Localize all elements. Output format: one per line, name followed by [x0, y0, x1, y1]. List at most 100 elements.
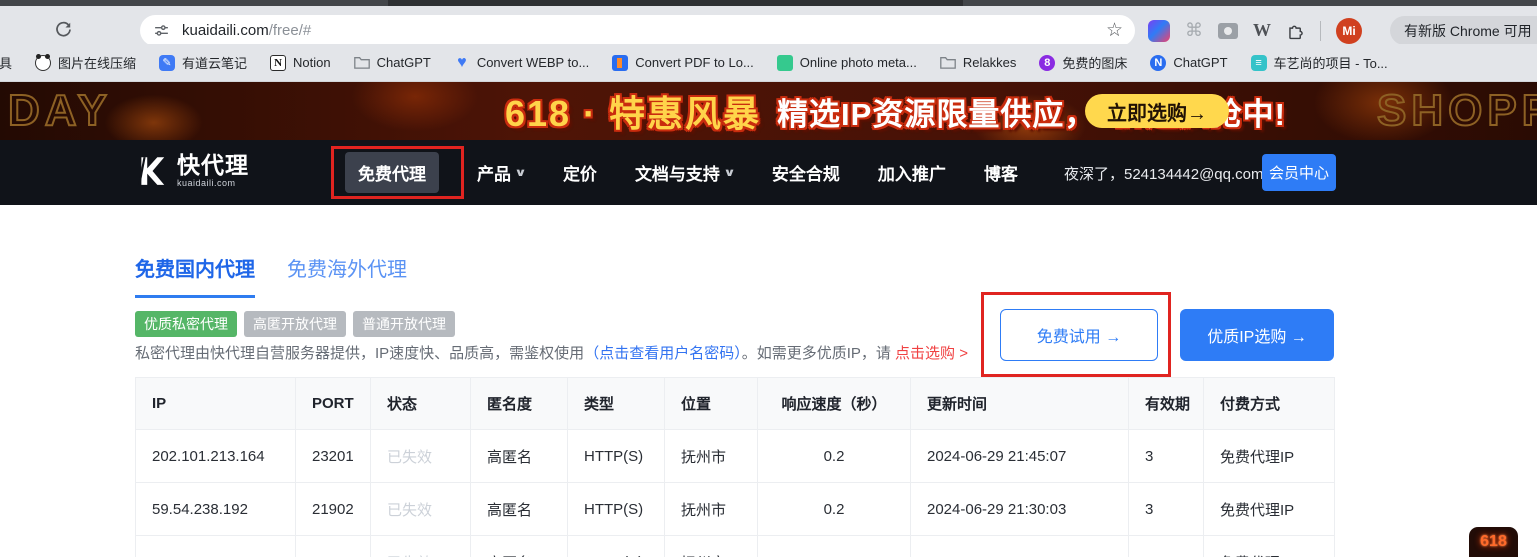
bookmark-image-compress[interactable]: 图片在线压缩 [35, 53, 136, 72]
cell-validity: 3 [1129, 430, 1204, 483]
nav-item-products[interactable]: 产品∨ [477, 160, 525, 185]
cell-port: 21316 [296, 536, 371, 557]
cell-type: HTTP(S) [568, 536, 665, 557]
profile-avatar[interactable]: Mi [1336, 18, 1362, 44]
extensions-puzzle-icon[interactable] [1286, 21, 1305, 40]
col-payment: 付费方式 [1204, 378, 1335, 430]
bookmark-chatgpt[interactable]: NChatGPT [1150, 55, 1227, 71]
cell-validity: 3 [1129, 483, 1204, 536]
banner-shop-now-button[interactable]: 立即选购→ [1085, 94, 1229, 128]
blue-heart-icon: ♥ [454, 55, 470, 71]
nav-item-docs-support[interactable]: 文档与支持∨ [635, 160, 734, 185]
col-response-time: 响应速度（秒） [758, 378, 911, 430]
cell-status: 已失效 [371, 483, 471, 536]
bookmarks-bar: 工具 图片在线压缩 ✎有道云笔记 NNotion ChatGPT ♥Conver… [0, 44, 1537, 82]
pdf-converter-icon [612, 55, 628, 71]
bookmark-image-host[interactable]: 8免费的图床 [1039, 53, 1127, 72]
col-location: 位置 [665, 378, 758, 430]
cell-type: HTTP(S) [568, 483, 665, 536]
bookmark-convert-webp[interactable]: ♥Convert WEBP to... [454, 55, 589, 71]
cell-status: 已失效 [371, 536, 471, 557]
table-row: 59.54.238.192 21902 已失效 高匿名 HTTP(S) 抚州市 … [136, 483, 1335, 536]
project-icon: ≡ [1251, 55, 1267, 71]
col-type: 类型 [568, 378, 665, 430]
cell-payment: 免费代理IP [1204, 430, 1335, 483]
member-center-button[interactable]: 会员中心 [1262, 154, 1336, 191]
brand-domain: kuaidaili.com [177, 179, 249, 188]
click-to-buy-link[interactable]: 点击选购 > [895, 345, 968, 362]
cell-location: 抚州市 [665, 483, 758, 536]
folder-icon [354, 55, 370, 71]
cell-payment: 免费代理IP [1204, 536, 1335, 557]
proxy-type-tags: 优质私密代理 高匿开放代理 普通开放代理 [135, 311, 455, 337]
chrome-update-chip[interactable]: 有新版 Chrome 可用 ⋮ [1390, 16, 1537, 45]
photo-meta-icon [777, 55, 793, 71]
bookmark-photo-meta[interactable]: Online photo meta... [777, 55, 917, 71]
bookmark-convert-pdf[interactable]: Convert PDF to Lo... [612, 55, 754, 71]
reload-icon[interactable] [50, 16, 76, 42]
cell-ip: 115.223.114.86 [136, 536, 296, 557]
table-row: 115.223.114.86 21316 已失效 高匿名 HTTP(S) 抚州市… [136, 536, 1335, 557]
proxy-tabs: 免费国内代理 免费海外代理 [135, 253, 407, 298]
cell-port: 21902 [296, 483, 371, 536]
bookmark-youdao-note[interactable]: ✎有道云笔记 [159, 53, 247, 72]
site-logo[interactable]: 快代理 kuaidaili.com [135, 154, 249, 188]
cell-location: 抚州市 [665, 536, 758, 557]
bookmark-star-icon[interactable]: ☆ [1106, 19, 1123, 42]
tab-domestic-free-proxy[interactable]: 免费国内代理 [135, 253, 255, 298]
bookmark-folder-relakkes[interactable]: Relakkes [940, 55, 1016, 71]
cell-update-time: 2024-06-29 21:30:03 [911, 483, 1129, 536]
table-row: 202.101.213.164 23201 已失效 高匿名 HTTP(S) 抚州… [136, 430, 1335, 483]
nav-item-free-proxy[interactable]: 免费代理 [345, 152, 439, 193]
url-path: /free/# [269, 22, 312, 39]
cell-type: HTTP(S) [568, 430, 665, 483]
url-bar[interactable]: kuaidaili.com/free/# ☆ [140, 15, 1135, 46]
bookmark-cheyishang[interactable]: ≡车艺尚的项目 - To... [1251, 53, 1388, 72]
banner-day-decoration: DAY [8, 86, 112, 136]
bookmark-notion[interactable]: NNotion [270, 55, 331, 71]
site-settings-icon[interactable] [150, 20, 172, 42]
premium-ip-buy-button[interactable]: 优质IP选购 → [1180, 309, 1334, 361]
chatgpt-icon: N [1150, 55, 1166, 71]
nav-item-pricing[interactable]: 定价 [563, 160, 597, 185]
table-header-row: IP PORT 状态 匿名度 类型 位置 响应速度（秒） 更新时间 有效期 付费… [136, 378, 1335, 430]
cell-ip: 59.54.238.192 [136, 483, 296, 536]
browser-window: kuaidaili.com/free/# ☆ ⌘ W Mi 有新版 Chrome… [0, 0, 1537, 557]
col-anonymity: 匿名度 [471, 378, 568, 430]
col-ip: IP [136, 378, 296, 430]
promo-banner[interactable]: DAY 618 · 特惠风暴 精选IP资源限量供应，4折起疯抢中! 立即选购→ … [0, 82, 1537, 140]
banner-shopping-decoration: SHOPPING [1377, 86, 1537, 136]
tag-normal-open-proxy[interactable]: 普通开放代理 [353, 311, 455, 337]
col-validity: 有效期 [1129, 378, 1204, 430]
cell-status: 已失效 [371, 430, 471, 483]
folder-icon [940, 55, 956, 71]
cell-response-time: 0.2 [758, 430, 911, 483]
nav-items: 免费代理 产品∨ 定价 文档与支持∨ 安全合规 加入推广 博客 [345, 140, 1018, 205]
wikipedia-extension-icon[interactable]: W [1253, 20, 1271, 41]
ai-extension-icon[interactable] [1148, 20, 1170, 42]
col-update-time: 更新时间 [911, 378, 1129, 430]
screenshot-extension-icon[interactable] [1218, 23, 1238, 39]
site-navbar: 快代理 kuaidaili.com 免费代理 产品∨ 定价 文档与支持∨ 安全合… [0, 140, 1537, 205]
cell-ip: 202.101.213.164 [136, 430, 296, 483]
cell-location: 抚州市 [665, 430, 758, 483]
cell-update-time: 2024-06-29 21:15:06 [911, 536, 1129, 557]
tag-high-anon-open-proxy[interactable]: 高匿开放代理 [244, 311, 346, 337]
cell-anonymity: 高匿名 [471, 430, 568, 483]
nav-item-compliance[interactable]: 安全合规 [772, 160, 840, 185]
browser-toolbar: kuaidaili.com/free/# ☆ ⌘ W Mi 有新版 Chrome… [0, 6, 1537, 44]
command-extension-icon[interactable]: ⌘ [1185, 20, 1203, 41]
bookmark-tools[interactable]: 工具 [0, 53, 12, 72]
nav-item-affiliate[interactable]: 加入推广 [878, 160, 946, 185]
image-host-icon: 8 [1039, 55, 1055, 71]
cell-anonymity: 高匿名 [471, 536, 568, 557]
view-credentials-link[interactable]: （点击查看用户名密码） [584, 345, 742, 362]
bookmark-folder-chatgpt[interactable]: ChatGPT [354, 55, 431, 71]
tab-overseas-free-proxy[interactable]: 免费海外代理 [287, 253, 407, 298]
floating-618-badge[interactable]: 618 [1469, 527, 1518, 557]
free-trial-button[interactable]: 免费试用 → [1000, 309, 1158, 361]
col-status: 状态 [371, 378, 471, 430]
tag-premium-private-proxy[interactable]: 优质私密代理 [135, 311, 237, 337]
nav-item-blog[interactable]: 博客 [984, 160, 1018, 185]
banner-title: 618 · 特惠风暴 [505, 85, 761, 137]
